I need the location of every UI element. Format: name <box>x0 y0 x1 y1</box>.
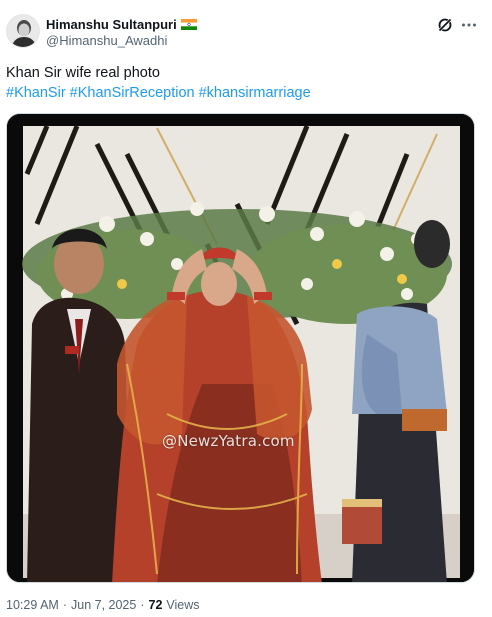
tweet-meta: 10:29 AM · Jun 7, 2025 · 72 Views <box>6 598 200 612</box>
tweet-date[interactable]: Jun 7, 2025 <box>71 598 136 612</box>
avatar[interactable] <box>6 14 40 48</box>
display-name[interactable]: Himanshu Sultanpuri <box>46 17 177 32</box>
meta-separator: · <box>140 598 145 612</box>
grok-icon[interactable] <box>436 16 454 34</box>
more-icon[interactable] <box>460 16 478 34</box>
author-handle[interactable]: @Himanshu_Awadhi <box>46 33 167 48</box>
hashtag-khansirmarriage[interactable]: #khansirmarriage <box>199 85 311 101</box>
video-frame <box>7 114 474 582</box>
video-watermark: @NewzYatra.com <box>162 432 295 450</box>
india-flag-icon <box>180 18 197 30</box>
meta-separator: · <box>62 598 67 612</box>
views-label: Views <box>166 598 200 612</box>
hashtag-khansir[interactable]: #KhanSir <box>6 85 66 101</box>
video-player[interactable]: @NewzYatra.com <box>6 113 475 583</box>
tweet-time[interactable]: 10:29 AM <box>6 598 59 612</box>
author-name-row[interactable]: Himanshu Sultanpuri <box>46 15 197 33</box>
views-count: 72 <box>148 598 163 612</box>
hashtag-line: #KhanSir #KhanSirReception #khansirmarriag… <box>6 83 315 103</box>
hashtag-khansirreception[interactable]: #KhanSirReception <box>70 85 195 101</box>
tweet-text: Khan Sir wife real photo <box>6 65 160 81</box>
tweet-card: Himanshu Sultanpuri @Himanshu_Awadhi Kha… <box>0 0 492 617</box>
